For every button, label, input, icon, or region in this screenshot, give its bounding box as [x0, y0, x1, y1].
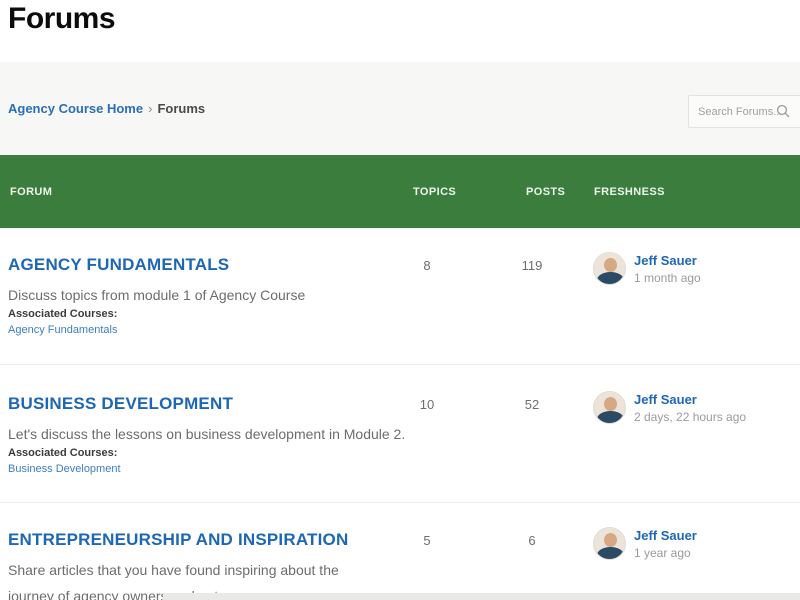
forum-row-agency-fundamentals: AGENCY FUNDAMENTALS Discuss topics from …	[0, 252, 800, 385]
avatar[interactable]	[593, 391, 626, 424]
posts-count: 52	[524, 397, 540, 412]
topics-count: 10	[419, 397, 435, 412]
column-header-topics: TOPICS	[413, 186, 457, 198]
avatar[interactable]	[593, 252, 626, 285]
row-divider	[0, 364, 800, 365]
freshness-time: 2 days, 22 hours ago	[634, 410, 747, 424]
associated-courses-label: Associated Courses:	[8, 308, 118, 320]
freshness-time: 1 year ago	[634, 546, 691, 560]
forum-description: Let's discuss the lessons on business de…	[8, 426, 406, 442]
topics-count: 8	[423, 258, 431, 273]
breadcrumb-separator: ›	[148, 101, 153, 116]
author-link[interactable]: Jeff Sauer	[634, 528, 794, 543]
posts-count: 6	[528, 533, 536, 548]
associated-course-link[interactable]: Business Development	[8, 463, 121, 475]
column-header-forum: FORUM	[10, 186, 53, 198]
forum-row-entrepreneurship: ENTREPRENEURSHIP AND INSPIRATION Share a…	[0, 527, 800, 600]
posts-count: 119	[521, 258, 543, 273]
row-divider	[0, 502, 800, 503]
column-header-posts: POSTS	[526, 186, 566, 198]
avatar[interactable]	[593, 527, 626, 560]
table-header-row: FORUM TOPICS POSTS FRESHNESS	[0, 155, 800, 228]
page-title: Forums	[8, 2, 116, 35]
topics-count: 5	[423, 533, 431, 548]
author-link[interactable]: Jeff Sauer	[634, 392, 794, 407]
forum-title-link[interactable]: BUSINESS DEVELOPMENT	[8, 394, 233, 414]
breadcrumb-home-link[interactable]: Agency Course Home	[8, 101, 143, 116]
search-icon[interactable]	[776, 104, 790, 118]
associated-course-link[interactable]: Agency Fundamentals	[8, 324, 117, 336]
forum-title-link[interactable]: AGENCY FUNDAMENTALS	[8, 255, 229, 275]
author-link[interactable]: Jeff Sauer	[634, 253, 794, 268]
forums-page: Forums Agency Course Home › Forums FORUM T…	[0, 0, 800, 600]
breadcrumb: Agency Course Home › Forums	[8, 101, 205, 116]
associated-courses-label: Associated Courses:	[8, 447, 118, 459]
breadcrumb-current: Forums	[157, 101, 206, 116]
forum-row-business-development: BUSINESS DEVELOPMENT Let's discuss the l…	[0, 391, 800, 524]
freshness-time: 1 month ago	[634, 271, 701, 285]
column-header-freshness: FRESHNESS	[594, 186, 665, 198]
forum-description: Discuss topics from module 1 of Agency C…	[8, 287, 306, 303]
forum-title-link[interactable]: ENTREPRENEURSHIP AND INSPIRATION	[8, 530, 348, 550]
bottom-strip	[163, 593, 800, 600]
